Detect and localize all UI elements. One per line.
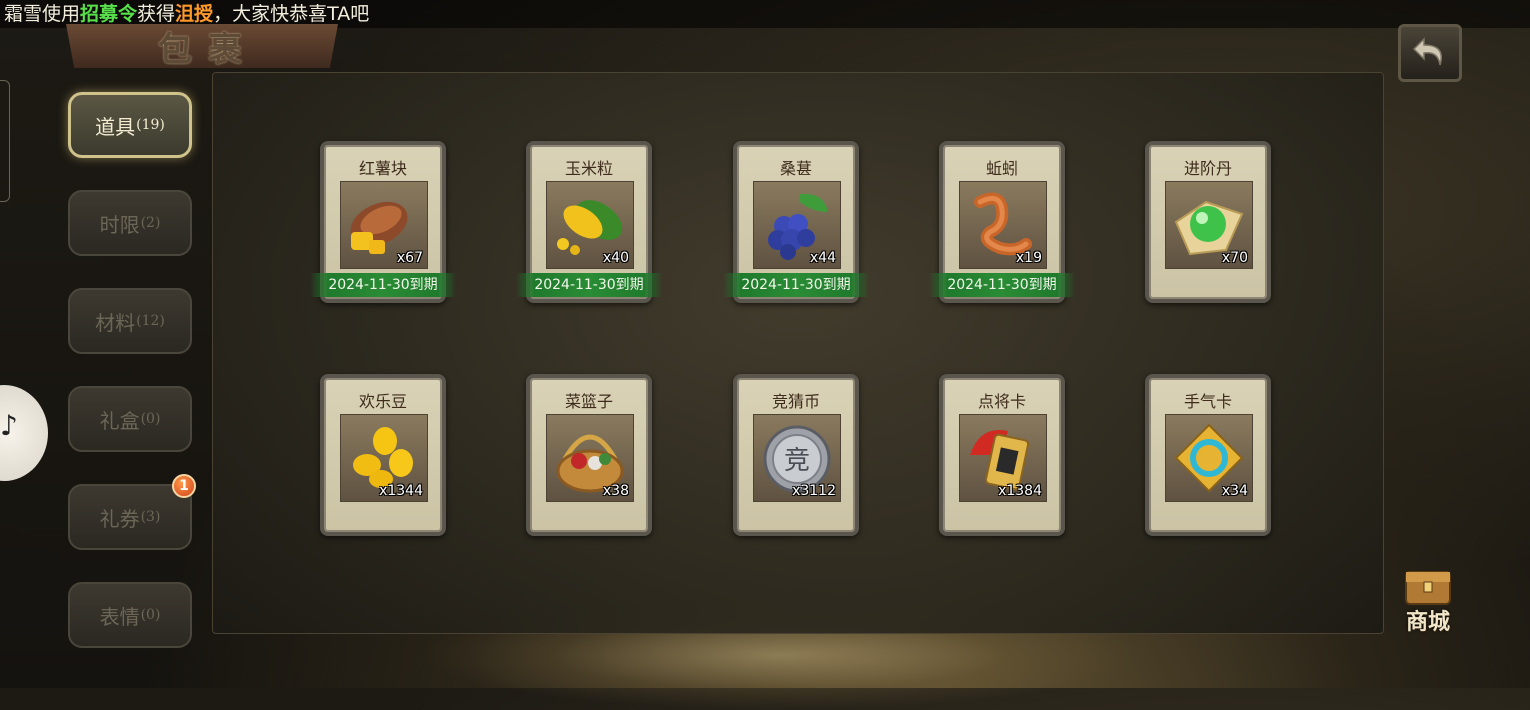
- tab-gift-box[interactable]: 礼盒 (0): [68, 386, 192, 452]
- item-quantity: x34: [1221, 483, 1248, 499]
- item-name: 菜篮子: [564, 392, 613, 411]
- tab-materials[interactable]: 材料 (12): [68, 288, 192, 354]
- tab-timed[interactable]: 时限 (2): [68, 190, 192, 256]
- item-name: 进阶丹: [1183, 159, 1232, 178]
- item-name: 玉米粒: [564, 159, 613, 178]
- tab-count: (3): [140, 509, 161, 525]
- item-name: 蚯蚓: [985, 159, 1018, 178]
- item-name: 竞猜币: [771, 392, 820, 411]
- back-button[interactable]: [1398, 24, 1462, 82]
- tab-count: (2): [140, 215, 161, 231]
- item-quantity: x1344: [379, 483, 423, 499]
- item-card[interactable]: 欢乐豆 x1344: [320, 374, 446, 536]
- vegetable-basket-icon: x38: [546, 414, 634, 502]
- tab-coupons[interactable]: 礼券 (3): [68, 484, 192, 550]
- side-handle[interactable]: [0, 80, 10, 202]
- item-quantity: x19: [1015, 250, 1042, 266]
- announcement-item: 招募令: [80, 3, 138, 25]
- music-note-icon: ♪: [0, 409, 18, 442]
- music-float-button[interactable]: ♪: [0, 385, 48, 481]
- tab-items[interactable]: 道具 (19): [68, 92, 192, 158]
- expiry-label: 2024-11-30到期: [310, 273, 456, 297]
- announcement-prefix: 霜雪使用: [4, 3, 81, 25]
- item-card[interactable]: 进阶丹 x70: [1145, 141, 1271, 303]
- tab-count: (0): [140, 607, 161, 623]
- notification-badge: 1: [172, 474, 196, 498]
- expiry-label: 2024-11-30到期: [723, 273, 869, 297]
- tab-label: 道具: [95, 114, 136, 139]
- item-card[interactable]: 蚯蚓 x19 2024-11-30到期: [929, 141, 1075, 303]
- item-name: 红薯块: [358, 159, 407, 178]
- tab-label: 材料: [95, 310, 136, 335]
- tab-count: (0): [140, 411, 161, 427]
- tab-label: 时限: [99, 212, 140, 237]
- item-name: 手气卡: [1183, 392, 1232, 411]
- tab-label: 表情: [99, 604, 140, 629]
- item-card[interactable]: 红薯块 x67 2024-11-30到期: [310, 141, 456, 303]
- item-quantity: x67: [396, 250, 423, 266]
- expiry-label: 2024-11-30到期: [929, 273, 1075, 297]
- back-arrow-icon: [1412, 37, 1442, 66]
- item-card[interactable]: 点将卡 x1384: [939, 374, 1065, 536]
- item-card[interactable]: 玉米粒 x40 2024-11-30到期: [516, 141, 662, 303]
- corn-icon: x40: [546, 181, 634, 269]
- item-name: 欢乐豆: [358, 392, 407, 411]
- item-quantity: x40: [602, 250, 629, 266]
- coin-glyph: 竞: [784, 446, 810, 476]
- item-card[interactable]: 竞猜币 竞 x3112: [733, 374, 859, 536]
- happy-bean-icon: x1344: [340, 414, 428, 502]
- tab-count: (19): [136, 117, 165, 133]
- guess-coin-icon: 竞 x3112: [753, 414, 841, 502]
- sweet-potato-icon: x67: [340, 181, 428, 269]
- item-quantity: x3112: [792, 483, 836, 499]
- tab-emotes[interactable]: 表情 (0): [68, 582, 192, 648]
- shop-button[interactable]: 商城: [1394, 560, 1462, 635]
- advance-pill-icon: x70: [1165, 181, 1253, 269]
- item-quantity: x1384: [998, 483, 1042, 499]
- item-card[interactable]: 菜篮子 x38: [526, 374, 652, 536]
- item-quantity: x70: [1221, 250, 1248, 266]
- tab-label: 礼盒: [99, 408, 140, 433]
- expiry-label: 2024-11-30到期: [516, 273, 662, 297]
- shop-label: 商城: [1405, 609, 1450, 635]
- item-card[interactable]: 桑葚 x44 2024-11-30到期: [723, 141, 869, 303]
- item-quantity: x38: [602, 483, 629, 499]
- item-card[interactable]: 手气卡 x34: [1145, 374, 1271, 536]
- item-name: 桑葚: [779, 159, 812, 178]
- item-quantity: x44: [809, 250, 836, 266]
- general-card-icon: x1384: [959, 414, 1047, 502]
- tab-label: 礼券: [99, 506, 140, 531]
- shop-chest-icon: [1405, 571, 1451, 605]
- luck-card-icon: x34: [1165, 414, 1253, 502]
- earthworm-icon: x19: [959, 181, 1047, 269]
- page-title: 包裹: [158, 30, 258, 70]
- mulberry-icon: x44: [753, 181, 841, 269]
- item-name: 点将卡: [977, 392, 1026, 411]
- tab-count: (12): [136, 313, 165, 329]
